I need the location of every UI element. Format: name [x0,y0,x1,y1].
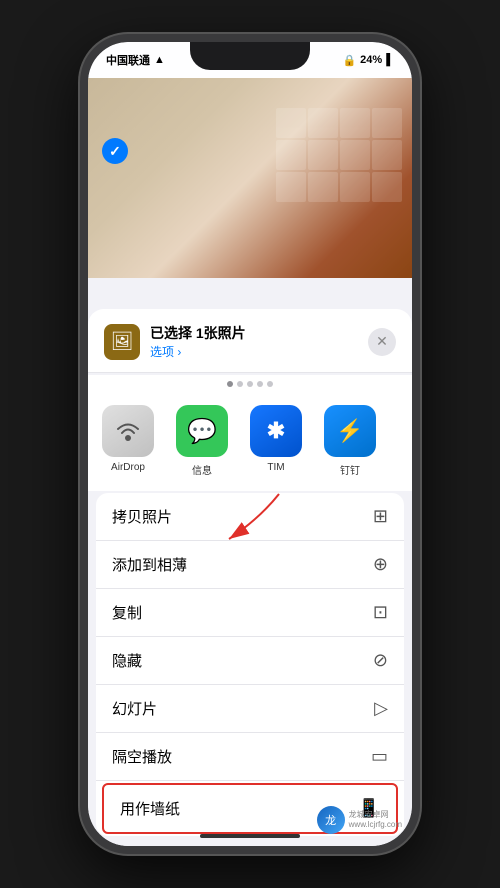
action-menu-list: 拷贝照片 ⊞ 添加到相薄 ⊕ 复制 ⊡ 隐藏 ⊘ 幻灯片 ▷ [96,493,404,836]
signal-icon: ▲ [154,54,165,66]
dot-1 [227,381,233,387]
phone-screen: 中国联通 ▲ 🔒 24% ▌ ✓ [88,42,412,846]
notch [190,42,310,70]
airdrop-wifi-icon [113,416,143,446]
dingding-label: 钉钉 [340,462,360,477]
airdrop-label: AirDrop [111,462,145,473]
photo-background: ✓ [88,78,412,278]
dot-2 [237,381,243,387]
dot-5 [267,381,273,387]
share-header-icon: 🖼 [104,324,140,360]
dot-3 [247,381,253,387]
share-sheet: 🖼 已选择 1张照片 选项 › ✕ [88,309,412,846]
add-to-album-icon: ⊕ [373,554,388,575]
menu-item-hide[interactable]: 隐藏 ⊘ [96,637,404,685]
tim-icon-bg: ✱ [250,405,302,457]
watermark: 龙 龙城安卓网 www.lcjrfg.com [317,806,402,834]
watermark-text: 龙城安卓网 www.lcjrfg.com [349,810,402,831]
wallpaper-label: 用作墙纸 [120,798,180,819]
app-icon-airdrop[interactable]: AirDrop [98,405,158,477]
messages-bubble-icon: 💬 [187,417,217,446]
hide-icon: ⊘ [373,650,388,671]
share-header: 🖼 已选择 1张照片 选项 › ✕ [88,309,412,373]
add-to-album-label: 添加到相薄 [112,554,187,575]
photo-bg-gradient [88,78,412,278]
watermark-site1: 龙城安卓网 [349,810,402,820]
airdrop-icon-bg [102,405,154,457]
lock-icon: 🔒 [342,54,356,67]
share-header-left: 🖼 已选择 1张照片 选项 › [104,323,246,360]
page-dots [88,375,412,389]
duplicate-label: 复制 [112,602,142,623]
hide-label: 隐藏 [112,650,142,671]
dingding-logo-icon: ⚡ [336,418,363,444]
menu-item-add-to-album[interactable]: 添加到相薄 ⊕ [96,541,404,589]
watermark-logo-icon: 龙 [317,806,345,834]
tim-label: TIM [267,462,284,473]
airplay-label: 隔空播放 [112,746,172,767]
copy-photo-icon: ⊞ [373,506,388,527]
app-icon-messages[interactable]: 💬 信息 [172,405,232,477]
menu-item-slideshow[interactable]: 幻灯片 ▷ [96,685,404,733]
messages-label: 信息 [192,462,212,477]
copy-photo-label: 拷贝照片 [112,506,172,527]
phone-frame: 中国联通 ▲ 🔒 24% ▌ ✓ [80,34,420,854]
slideshow-icon: ▷ [374,698,388,719]
battery-icon: ▌ [386,54,394,66]
app-icon-dingding[interactable]: ⚡ 钉钉 [320,405,380,477]
share-title: 已选择 1张照片 [150,323,246,343]
dot-4 [257,381,263,387]
duplicate-icon: ⊡ [373,602,388,623]
share-header-text: 已选择 1张照片 选项 › [150,323,246,360]
carrier-label: 中国联通 [106,52,150,68]
share-close-button[interactable]: ✕ [368,328,396,356]
home-indicator[interactable] [200,834,300,838]
menu-item-duplicate[interactable]: 复制 ⊡ [96,589,404,637]
menu-item-airplay[interactable]: 隔空播放 ▭ [96,733,404,781]
messages-icon-bg: 💬 [176,405,228,457]
tim-logo-icon: ✱ [267,418,285,444]
app-icon-tim[interactable]: ✱ TIM [246,405,306,477]
dingding-icon-bg: ⚡ [324,405,376,457]
airplay-icon: ▭ [371,746,388,767]
menu-item-copy-photo[interactable]: 拷贝照片 ⊞ [96,493,404,541]
battery-percent: 24% [360,54,382,66]
slideshow-label: 幻灯片 [112,698,157,719]
watermark-site2: www.lcjrfg.com [349,820,402,830]
share-options-link[interactable]: 选项 › [150,343,246,360]
app-icons-row: AirDrop 💬 信息 ✱ TIM ⚡ [88,389,412,491]
photo-selected-checkmark: ✓ [102,138,128,164]
photo-grid [276,108,402,202]
